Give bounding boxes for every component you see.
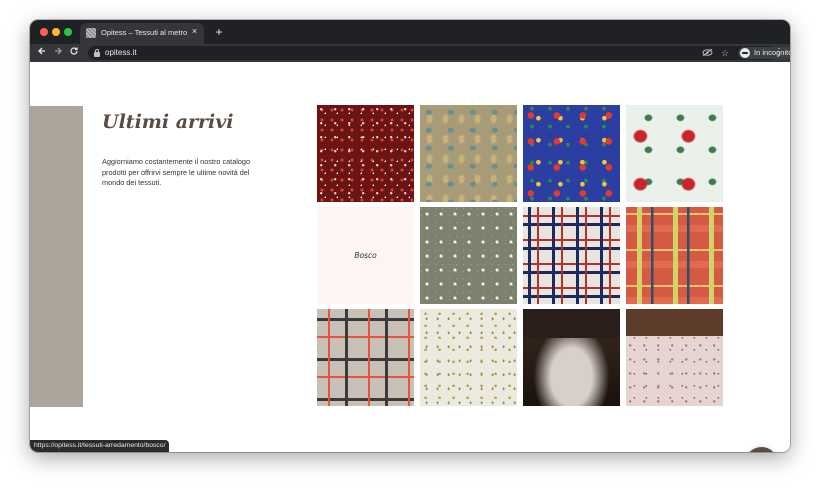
product-grid: Bosco (317, 105, 723, 408)
lock-icon (94, 49, 100, 57)
bookmark-star-icon[interactable]: ☆ (719, 47, 731, 59)
product-tile-navy-tartan[interactable] (523, 207, 620, 304)
site-favicon-icon (86, 28, 96, 38)
tile-caption: Bosco (354, 251, 377, 260)
tab-title: Opitess – Tessuti al metro e bia (101, 28, 189, 37)
back-icon[interactable] (35, 46, 49, 60)
product-tile-green-hearts[interactable] (420, 207, 517, 304)
product-tile-leaf-print[interactable] (420, 309, 517, 406)
browser-window: Opitess – Tessuti al metro e bia × + opi… (30, 20, 790, 452)
forward-icon[interactable] (51, 46, 65, 60)
incognito-icon (740, 48, 750, 58)
product-tile-paisley-multicolor[interactable] (523, 105, 620, 202)
status-bar-url: https://opitess.it/tessuti-arredamento/b… (30, 440, 170, 452)
tab-strip: Opitess – Tessuti al metro e bia × + (30, 20, 790, 44)
product-tile-poinsettia[interactable] (626, 105, 723, 202)
incognito-label: In incognito (754, 48, 790, 57)
section-intro: Aggiorniamo costantemente il nostro cata… (102, 157, 251, 187)
decorative-side-strip (30, 106, 83, 407)
reload-icon[interactable] (67, 46, 81, 60)
close-window-button[interactable] (40, 28, 48, 36)
minimize-window-button[interactable] (52, 28, 60, 36)
product-tile-red-floral[interactable] (317, 105, 414, 202)
new-tab-button[interactable]: + (212, 25, 226, 39)
messenger-chat-button[interactable] (745, 447, 778, 452)
maximize-window-button[interactable] (64, 28, 72, 36)
browser-tab[interactable]: Opitess – Tessuti al metro e bia × (80, 23, 204, 44)
address-bar[interactable]: opitess.it ☆ In incognito (88, 46, 790, 60)
eye-slash-icon[interactable] (701, 48, 713, 58)
product-tile-floral-bedding[interactable] (626, 309, 723, 406)
product-tile-paisley-olive[interactable] (420, 105, 517, 202)
page-content: Ultimi arrivi Aggiorniamo costantemente … (30, 62, 790, 452)
product-tile-bosco[interactable]: Bosco (317, 207, 414, 304)
kebab-menu-icon[interactable]: ⋮ (774, 47, 784, 59)
section-heading: Ultimi arrivi (102, 111, 234, 133)
browser-toolbar: opitess.it ☆ In incognito (30, 44, 790, 62)
product-tile-bedroom-bedding[interactable] (523, 309, 620, 406)
product-tile-orange-madras[interactable] (626, 207, 723, 304)
tab-close-icon[interactable]: × (189, 26, 200, 37)
url-text[interactable]: opitess.it (105, 48, 137, 57)
product-tile-beige-check[interactable] (317, 309, 414, 406)
